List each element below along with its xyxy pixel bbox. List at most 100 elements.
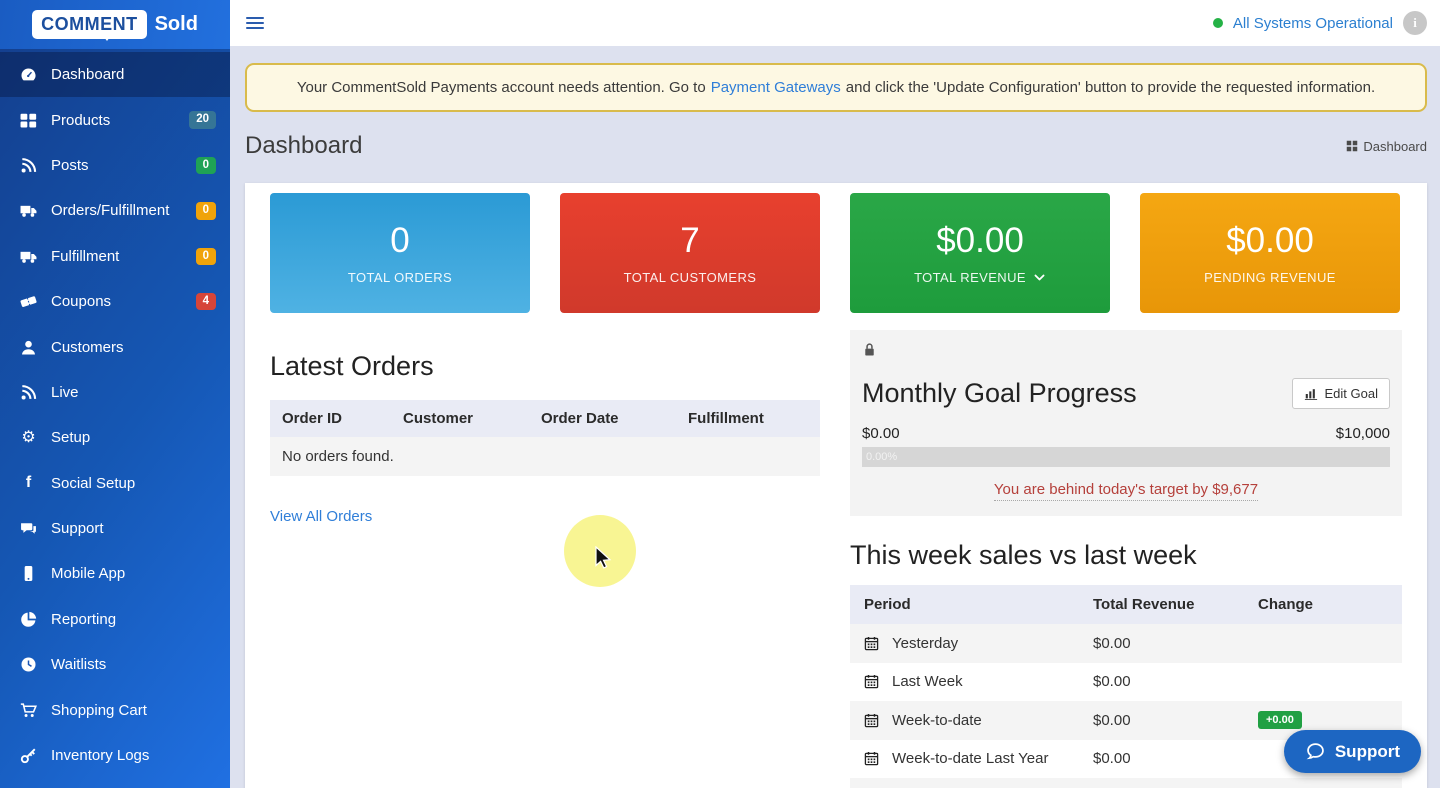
sidebar-item-inventory-logs[interactable]: Inventory Logs — [0, 733, 230, 778]
sidebar-item-label: Support — [51, 520, 104, 538]
change-badge: +0.00 — [1258, 711, 1302, 730]
chat-bubble-icon — [1306, 743, 1324, 760]
grid-icon — [19, 111, 38, 129]
shopping-cart-icon — [19, 701, 38, 719]
goal-warning-text: You are behind today's target by $9,677 — [862, 481, 1390, 501]
calendar-icon — [864, 675, 879, 689]
gear-icon: ⚙ — [21, 428, 36, 446]
info-icon[interactable]: i — [1403, 11, 1427, 35]
sidebar-item-label: Dashboard — [51, 66, 125, 84]
total-orders-label: TOTAL ORDERS — [347, 270, 453, 285]
rss-icon — [19, 383, 38, 401]
sidebar-nav: Dashboard Products 20 Posts 0 Orders/Ful… — [0, 52, 230, 778]
payment-gateways-link[interactable]: Payment Gateways — [711, 79, 841, 96]
view-all-orders-link[interactable]: View All Orders — [270, 508, 372, 525]
orders-count-badge: 0 — [195, 202, 216, 220]
sidebar-item-customers[interactable]: Customers — [0, 324, 230, 369]
lock-icon — [862, 343, 877, 361]
support-button[interactable]: Support — [1283, 730, 1421, 773]
sidebar-item-label: Fulfillment — [51, 247, 120, 265]
chevron-down-icon — [1034, 274, 1045, 281]
products-count-badge: 20 — [189, 111, 216, 129]
week-sales-title: This week sales vs last week — [850, 540, 1197, 570]
revenue-value: $0.00 — [1093, 673, 1131, 691]
edit-goal-button[interactable]: Edit Goal — [1291, 378, 1390, 409]
sidebar-item-fulfillment[interactable]: Fulfillment 0 — [0, 234, 230, 279]
grid-small-icon — [1347, 140, 1358, 152]
goal-title: Monthly Goal Progress — [862, 378, 1137, 408]
page-head: Dashboard Dashboard — [245, 132, 1427, 160]
hamburger-menu-icon[interactable] — [246, 14, 264, 31]
total-revenue-value: $0.00 — [936, 221, 1024, 260]
column-header: Order Date — [541, 410, 619, 427]
topbar: All Systems Operational i — [230, 0, 1440, 46]
key-icon — [19, 747, 38, 765]
pie-chart-icon — [19, 610, 38, 628]
mobile-phone-icon — [19, 565, 38, 583]
sidebar-item-social-setup[interactable]: f Social Setup — [0, 461, 230, 506]
system-status-link[interactable]: All Systems Operational — [1233, 15, 1393, 32]
sidebar-item-label: Inventory Logs — [51, 747, 150, 765]
total-revenue-label: TOTAL REVENUE — [914, 270, 1046, 285]
sidebar-item-posts[interactable]: Posts 0 — [0, 143, 230, 188]
sidebar-item-label: Shopping Cart — [51, 701, 147, 719]
sidebar-item-coupons[interactable]: Coupons 4 — [0, 279, 230, 324]
status-dot-icon — [1212, 18, 1223, 28]
sidebar-item-reporting[interactable]: Reporting — [0, 597, 230, 642]
dashboard-gauge-icon — [19, 66, 38, 84]
total-orders-card[interactable]: 0 TOTAL ORDERS — [270, 193, 530, 313]
sidebar-item-products[interactable]: Products 20 — [0, 97, 230, 142]
sidebar-item-label: Coupons — [51, 293, 112, 311]
goal-max-value: $10,000 — [1335, 425, 1390, 442]
clock-icon — [19, 656, 38, 674]
column-header: Customer — [403, 410, 474, 427]
revenue-value: $0.00 — [1093, 750, 1131, 768]
goal-progress-percent: 0.00% — [866, 451, 898, 463]
period-label: Last Week — [892, 673, 963, 691]
right-column: Monthly Goal Progress Edit Goal $0.00 $1… — [850, 330, 1402, 788]
sidebar-item-support[interactable]: Support — [0, 506, 230, 551]
sidebar-item-label: Social Setup — [51, 474, 136, 492]
total-customers-card[interactable]: 7 TOTAL CUSTOMERS — [560, 193, 820, 313]
table-row: Last Week $0.00 — [850, 663, 1402, 702]
rss-icon — [19, 156, 38, 174]
dashboard-content: 0 TOTAL ORDERS 7 TOTAL CUSTOMERS $0.00 T… — [245, 183, 1427, 788]
column-header: Fulfillment — [688, 410, 764, 427]
pending-revenue-label: PENDING REVENUE — [1204, 270, 1336, 285]
comments-icon — [19, 520, 38, 538]
total-customers-label: TOTAL CUSTOMERS — [623, 270, 757, 285]
brand-logo[interactable]: COMMENT Sold — [0, 0, 230, 49]
sidebar-item-waitlists[interactable]: Waitlists — [0, 642, 230, 687]
sidebar-item-mobile-app[interactable]: Mobile App — [0, 551, 230, 596]
pending-revenue-card[interactable]: $0.00 PENDING REVENUE — [1140, 193, 1400, 313]
week-sales-table-header: Period Total Revenue Change — [850, 585, 1402, 624]
coupons-count-badge: 4 — [195, 292, 216, 311]
payments-attention-banner: Your CommentSold Payments account needs … — [245, 63, 1427, 112]
monthly-goal-box: Monthly Goal Progress Edit Goal $0.00 $1… — [850, 330, 1402, 516]
breadcrumb[interactable]: Dashboard — [1346, 139, 1427, 154]
sidebar-item-shopping-cart[interactable]: Shopping Cart — [0, 687, 230, 732]
calendar-icon — [864, 752, 879, 766]
sidebar-item-label: Setup — [51, 429, 91, 447]
calendar-icon — [864, 713, 879, 727]
banner-text-prefix: Your CommentSold Payments account needs … — [296, 79, 706, 96]
total-revenue-card[interactable]: $0.00 TOTAL REVENUE — [850, 193, 1110, 313]
total-orders-value: 0 — [390, 221, 410, 260]
ticket-icon — [19, 293, 38, 311]
column-header: Period — [864, 596, 911, 613]
sidebar-item-setup[interactable]: ⚙ Setup — [0, 415, 230, 460]
sidebar-item-label: Reporting — [51, 610, 117, 628]
page-title: Dashboard — [245, 132, 363, 159]
sidebar-item-dashboard[interactable]: Dashboard — [0, 52, 230, 98]
total-customers-value: 7 — [680, 221, 700, 260]
no-orders-row: No orders found. — [270, 437, 820, 476]
sidebar-item-label: Waitlists — [51, 656, 107, 674]
sidebar-item-orders-fulfillment[interactable]: Orders/Fulfillment 0 — [0, 188, 230, 233]
posts-count-badge: 0 — [195, 156, 216, 175]
period-label: Week-to-date Last Year — [892, 750, 1049, 768]
sidebar: COMMENT Sold Dashboard Products 20 Posts… — [0, 0, 230, 788]
sidebar-item-live[interactable]: Live — [0, 370, 230, 415]
goal-progress-bar: 0.00% — [862, 447, 1390, 467]
pending-revenue-value: $0.00 — [1226, 221, 1314, 260]
column-header: Total Revenue — [1093, 596, 1195, 613]
